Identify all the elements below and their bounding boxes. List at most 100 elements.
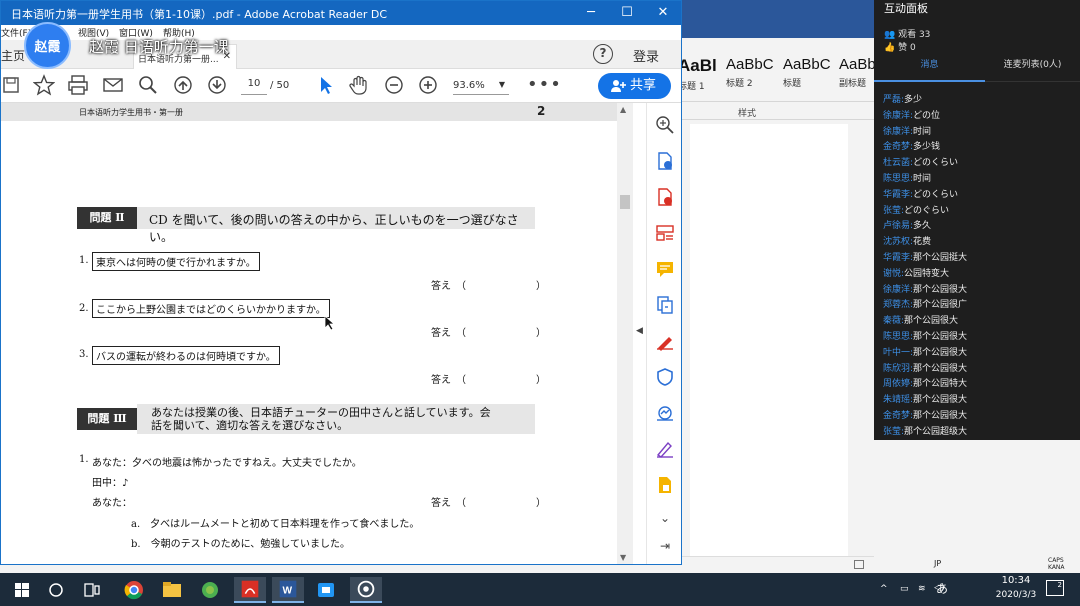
chat-message: 华霞李:どのくらい [883, 187, 1077, 203]
chat-text: 那个公园很大 [913, 331, 968, 342]
help-button[interactable]: ? [593, 44, 613, 64]
question-text: ここから上野公園まではどのくらいかかりますか。 [92, 299, 330, 318]
login-button[interactable]: 登录 [633, 46, 659, 65]
scroll-up-icon[interactable]: ▲ [620, 105, 626, 114]
ime-lang[interactable]: JP [934, 559, 941, 568]
group-label: 样式 [738, 109, 757, 119]
optimize-scan-icon[interactable] [655, 403, 675, 423]
maximize-button[interactable]: ☐ [609, 1, 645, 25]
word-taskbar-icon[interactable]: W [272, 577, 304, 603]
zoom-out-icon[interactable] [383, 74, 405, 96]
app-green-icon[interactable] [194, 577, 226, 603]
word-right-area [874, 440, 1080, 573]
tab-messages[interactable]: 消息 [874, 52, 985, 82]
dialogue-line: 田中：♪ [92, 478, 129, 489]
sign-pen-icon[interactable] [655, 439, 675, 459]
close-button[interactable]: ✕ [645, 1, 681, 25]
chat-sender: 张莹: [883, 205, 905, 216]
create-pdf-icon[interactable] [655, 187, 675, 207]
save-icon[interactable] [1, 74, 23, 96]
protect-shield-icon[interactable] [655, 367, 675, 387]
clock-date[interactable]: 2020/3/3 [989, 590, 1043, 600]
chat-message: 陈思思:那个公园很大 [883, 329, 1077, 345]
chat-message: 郑蓉杰:那个公园很广 [883, 297, 1077, 313]
bookmark-star-icon[interactable] [32, 74, 56, 96]
tab-link-mic-list[interactable]: 连麦列表(0人) [985, 52, 1080, 82]
share-button[interactable]: 共享 [598, 73, 671, 99]
network-icon[interactable]: ▭ [900, 584, 909, 594]
chat-message: 徐康洋:时间 [883, 124, 1077, 140]
next-page-icon[interactable] [206, 74, 228, 96]
style-sample: AaBbC [726, 56, 774, 73]
chat-text: 那个公园特大 [913, 379, 968, 390]
chat-text: 公园特变大 [904, 268, 950, 279]
zoom-value: 93.6% [453, 80, 485, 91]
vertical-scrollbar[interactable]: ▲ ▼ [617, 103, 633, 564]
scroll-thumb[interactable] [620, 195, 630, 209]
chat-text: 那个公园很大 [913, 363, 968, 374]
app-blue-icon[interactable] [310, 577, 342, 603]
view-icon[interactable] [854, 560, 864, 569]
style-subtitle[interactable]: AaBb 副标题 [839, 56, 874, 98]
acrobat-window: 日本语听力第一册学生用书（第1-10课）.pdf - Adobe Acrobat… [0, 0, 682, 565]
tray-arrow-icon[interactable]: ^ [880, 584, 888, 594]
chrome-icon[interactable] [118, 577, 150, 603]
comment-icon[interactable] [655, 259, 675, 279]
chat-sender: 徐康洋: [883, 126, 914, 137]
question-text: 東京へは何時の便で行かれますか。 [92, 252, 260, 271]
minimize-button[interactable]: ─ [573, 1, 609, 25]
export-pdf-icon[interactable] [655, 151, 675, 171]
combine-files-icon[interactable] [655, 295, 675, 315]
dialogue-line: あなた： [92, 498, 132, 509]
search-circle-icon[interactable] [40, 577, 72, 603]
chat-text: どの位 [913, 110, 941, 121]
certificate-icon[interactable] [655, 475, 675, 495]
chat-sender: 沈苏权: [883, 237, 914, 248]
word-title-bar [682, 0, 874, 38]
wifi-icon[interactable]: ≋ [918, 584, 926, 594]
zoom-select[interactable]: 93.6% ▼ [453, 80, 509, 95]
notification-icon[interactable]: 2 [1046, 580, 1064, 596]
page-number-input[interactable]: 10 [241, 78, 267, 95]
clock-time[interactable]: 10:34 [994, 575, 1038, 586]
chat-sender: 陈思思: [883, 173, 914, 184]
select-cursor-icon[interactable] [314, 74, 336, 96]
chevron-down-icon[interactable]: ⌄ [655, 511, 675, 531]
style-title[interactable]: AaBbC 标题 [783, 56, 839, 98]
collapse-panel-icon[interactable]: ◀ [633, 326, 646, 336]
running-header: 日本语听力学生用书・第一册 [79, 108, 183, 117]
file-explorer-icon[interactable] [156, 577, 188, 603]
pdf-viewport[interactable]: 日本语听力学生用书・第一册 2 問題 Ⅱ CD を聞いて、後の問いの答えの中から… [1, 103, 633, 564]
chat-sender: 朱靖瑶: [883, 395, 914, 406]
dialogue-line: あなた：夕べの地震は怖かったですねえ。大丈夫でしたか。 [92, 458, 362, 469]
word-document-page[interactable] [690, 124, 848, 556]
chat-sender: 陈欣羽: [883, 363, 914, 374]
email-icon[interactable] [102, 74, 124, 96]
style-heading2[interactable]: AaBbC 标题 2 [726, 56, 782, 98]
scroll-down-icon[interactable]: ▼ [620, 553, 626, 562]
app-target-icon[interactable] [350, 577, 382, 603]
previous-page-icon[interactable] [172, 74, 194, 96]
zoom-in-icon[interactable] [417, 74, 439, 96]
expand-pane-icon[interactable]: ⇥ [655, 539, 675, 559]
fill-sign-icon[interactable] [655, 331, 675, 351]
chat-message: 张莹:那个公园超级大 [883, 424, 1077, 440]
windows-start-icon[interactable] [6, 577, 38, 603]
chat-sender: 徐康洋: [883, 110, 914, 121]
chat-message: 沈苏权:花费 [883, 234, 1077, 250]
acrobat-taskbar-icon[interactable] [234, 577, 266, 603]
tab-home[interactable]: 主页 [1, 47, 25, 64]
search-icon[interactable] [137, 74, 159, 96]
zoom-tool-icon[interactable] [655, 115, 675, 135]
organize-pages-icon[interactable] [655, 223, 675, 243]
more-tools-icon[interactable]: ••• [527, 74, 562, 95]
hand-tool-icon[interactable] [348, 74, 370, 96]
ime-indicator[interactable]: あ [936, 580, 948, 597]
chat-sender: 卢徐易: [883, 221, 914, 232]
task-view-icon[interactable] [76, 577, 108, 603]
print-icon[interactable] [67, 74, 89, 96]
chat-text: 那个公园很大 [913, 284, 968, 295]
chat-sender: 陈思思: [883, 331, 914, 342]
chat-text: 那个公园很大 [904, 316, 959, 327]
chat-message: 杜云菡:どのくらい [883, 155, 1077, 171]
